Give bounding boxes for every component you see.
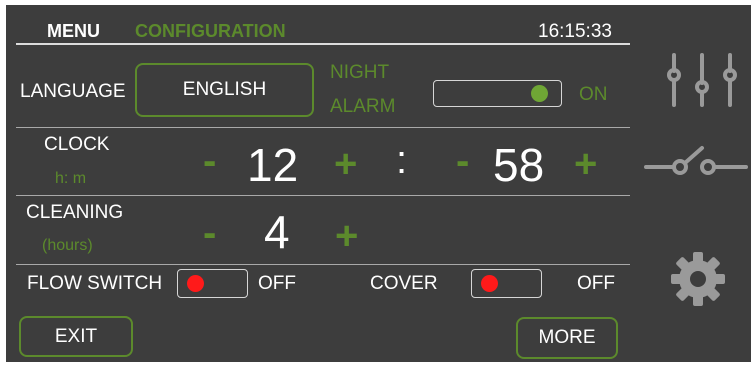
minutes-value: 58 — [493, 139, 545, 191]
night-alarm-state: ON — [579, 84, 608, 105]
cleaning-label: CLEANING — [26, 202, 124, 223]
row-divider — [16, 195, 630, 196]
cleaning-value: 4 — [264, 206, 290, 258]
cleaning-plus-button[interactable]: + — [335, 216, 358, 256]
toggle-knob-off — [481, 275, 498, 292]
row-divider — [16, 127, 630, 128]
exit-button[interactable]: EXIT — [19, 316, 133, 357]
flow-switch-state: OFF — [258, 273, 296, 294]
clock-sublabel: h: m — [55, 170, 87, 187]
minutes-plus-button[interactable]: + — [574, 144, 597, 184]
config-screen: MENU CONFIGURATION 16:15:33 LANGUAGE ENG… — [6, 5, 751, 362]
header-divider — [16, 43, 630, 45]
time-display: 16:15:33 — [538, 21, 612, 42]
hours-value: 12 — [247, 139, 299, 191]
menu-title[interactable]: MENU — [47, 21, 100, 42]
flow-switch-label: FLOW SWITCH — [27, 273, 163, 294]
cover-state: OFF — [577, 273, 615, 294]
night-alarm-toggle[interactable] — [433, 80, 562, 107]
sliders-icon[interactable] — [658, 53, 746, 111]
language-button[interactable]: ENGLISH — [135, 63, 314, 117]
more-button[interactable]: MORE — [516, 317, 618, 359]
row-divider — [16, 264, 630, 265]
clock-label: CLOCK — [44, 134, 110, 155]
hours-plus-button[interactable]: + — [334, 144, 357, 184]
toggle-knob-off — [187, 275, 204, 292]
cleaning-minus-button[interactable]: - — [203, 213, 216, 253]
minutes-minus-button[interactable]: - — [456, 141, 469, 181]
night-alarm-label-line1: NIGHT — [330, 62, 390, 83]
hours-minus-button[interactable]: - — [203, 141, 216, 181]
cleaning-sublabel: (hours) — [42, 237, 93, 254]
cover-label: COVER — [370, 273, 438, 294]
language-label: LANGUAGE — [20, 81, 126, 102]
flow-switch-toggle[interactable] — [177, 269, 248, 298]
configuration-title: CONFIGURATION — [135, 21, 286, 41]
night-alarm-label-line2: ALARM — [330, 96, 396, 117]
gear-icon[interactable] — [669, 250, 727, 308]
clock-separator: : — [396, 138, 408, 182]
toggle-knob-on — [531, 85, 548, 102]
switch-icon[interactable] — [644, 143, 748, 183]
cover-toggle[interactable] — [471, 269, 542, 298]
